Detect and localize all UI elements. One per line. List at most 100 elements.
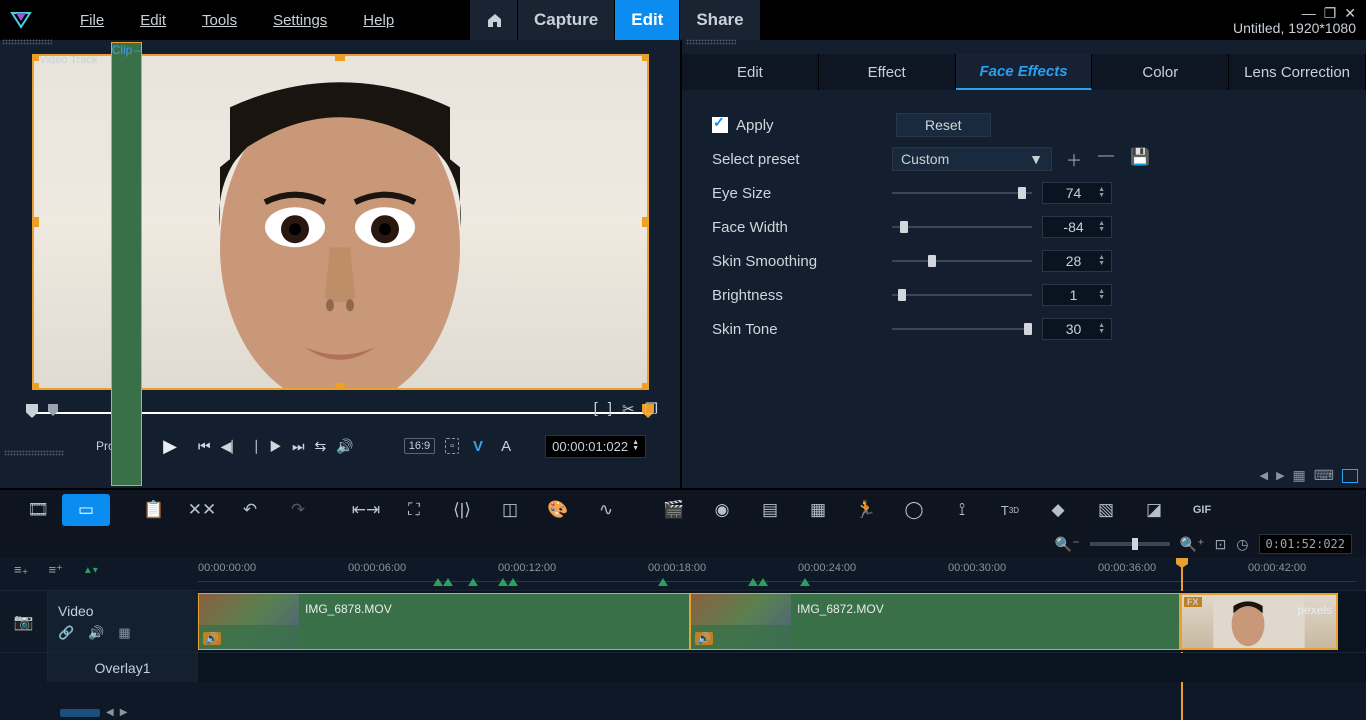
grid-icon[interactable]: ▦ — [794, 494, 842, 526]
param-slider[interactable] — [892, 217, 1032, 237]
redo-icon[interactable]: ↷ — [274, 494, 322, 526]
fit-icon[interactable]: ⇤⇥ — [342, 494, 390, 526]
param-slider[interactable] — [892, 319, 1032, 339]
tab-lens-correction[interactable]: Lens Correction — [1229, 54, 1366, 90]
timeline-clip[interactable]: 🔊 IMG_6878.MOV — [198, 593, 690, 650]
mute-icon[interactable]: 🔊 — [88, 625, 104, 641]
tc-down-icon[interactable]: ▼ — [632, 446, 639, 452]
fit-timeline-icon[interactable]: ⊡ — [1215, 536, 1227, 553]
tab-color[interactable]: Color — [1092, 54, 1229, 90]
a-toggle[interactable]: A — [497, 437, 515, 456]
gif-icon[interactable]: GIF — [1178, 494, 1226, 526]
zoom-slider[interactable] — [1090, 542, 1170, 546]
volume-icon[interactable]: 🔊 — [336, 438, 353, 455]
marker-icon[interactable] — [433, 578, 443, 586]
multi-cam-icon[interactable]: ◪ — [1130, 494, 1178, 526]
play-button[interactable]: ▶ — [156, 432, 184, 460]
blend-icon[interactable]: ◉ — [698, 494, 746, 526]
param-value[interactable]: 74▲▼ — [1042, 182, 1112, 204]
timeline-scrollbar[interactable]: ◀ ▶ — [60, 707, 127, 718]
video-track-icon[interactable]: 📷 — [0, 591, 48, 652]
mark-in-icon[interactable]: [ — [594, 400, 598, 418]
tab-edit[interactable]: Edit — [682, 54, 819, 90]
zoom-in-icon[interactable]: 🔍⁺ — [1180, 536, 1205, 553]
panel-scroll-right-icon[interactable]: ▶ — [1276, 469, 1284, 482]
panel-scroll-left-icon[interactable]: ◀ — [1260, 469, 1268, 482]
undo-icon[interactable]: ↶ — [226, 494, 274, 526]
reset-button[interactable]: Reset — [896, 113, 991, 137]
marker-icon[interactable] — [758, 578, 768, 586]
subtitle-icon[interactable]: ▤ — [746, 494, 794, 526]
3d-title-icon[interactable]: T3D — [986, 494, 1034, 526]
clip-label[interactable]: Clip — [111, 42, 142, 486]
split-tool-icon[interactable]: ⟨|⟩ — [438, 494, 486, 526]
menu-edit[interactable]: Edit — [122, 12, 184, 29]
step-back-icon[interactable]: ◀⎸ — [221, 438, 246, 455]
marker-icon[interactable] — [443, 578, 453, 586]
tab-face-effects[interactable]: Face Effects — [956, 54, 1093, 90]
track-icon[interactable]: ⟟ — [938, 494, 986, 526]
scroll-right-icon[interactable]: ▶ — [120, 707, 128, 718]
resize-handle[interactable] — [32, 54, 39, 61]
lock-icon[interactable]: ▦ — [118, 625, 130, 641]
resize-handle[interactable] — [32, 383, 39, 390]
timecode-display[interactable]: 00:00:01:022 ▲▼ — [545, 435, 646, 458]
param-slider[interactable] — [892, 285, 1032, 305]
stabilize-icon[interactable]: ◯ — [890, 494, 938, 526]
audio-tool-icon[interactable]: ∿ — [582, 494, 630, 526]
crop-icon[interactable]: ▫ — [445, 438, 459, 454]
timeline-clip[interactable]: 🔊 IMG_6872.MOV — [690, 593, 1180, 650]
spin-down-icon[interactable]: ▼ — [1098, 329, 1105, 335]
step-fwd-icon[interactable]: ⎸▶ — [255, 438, 282, 455]
mask-icon[interactable]: ▧ — [1082, 494, 1130, 526]
timeline-clip[interactable]: FX pexels — [1180, 593, 1338, 650]
tools-icon[interactable]: ✕✕ — [178, 494, 226, 526]
param-value[interactable]: 1▲▼ — [1042, 284, 1112, 306]
duration-icon[interactable]: ◷ — [1236, 536, 1248, 553]
copy-attr-icon[interactable]: 📋 — [130, 494, 178, 526]
marker-icon[interactable] — [508, 578, 518, 586]
marker-icon[interactable] — [748, 578, 758, 586]
color-tool-icon[interactable]: 🎨 — [534, 494, 582, 526]
preset-dropdown[interactable]: Custom▼ — [892, 147, 1052, 171]
param-slider[interactable] — [892, 183, 1032, 203]
track-opts-1-icon[interactable]: ≡₊ — [14, 562, 28, 578]
marker-menu-icon[interactable]: ▲▾ — [83, 565, 98, 576]
save-preset-icon[interactable]: 💾 — [1130, 147, 1150, 171]
trim-in-handle[interactable] — [26, 404, 38, 418]
spin-down-icon[interactable]: ▼ — [1098, 227, 1105, 233]
crop-tool-icon[interactable]: ◫ — [486, 494, 534, 526]
menu-tools[interactable]: Tools — [184, 12, 255, 29]
pan-zoom-icon[interactable]: ⛶ — [390, 494, 438, 526]
snapshot-icon[interactable]: ❐ — [645, 400, 658, 418]
resize-handle[interactable] — [335, 383, 345, 390]
param-value[interactable]: 30▲▼ — [1042, 318, 1112, 340]
resize-handle[interactable] — [32, 217, 39, 227]
zoom-out-icon[interactable]: 🔍⁻ — [1055, 536, 1080, 553]
layout-1-icon[interactable]: ▦ — [1293, 467, 1306, 484]
menu-help[interactable]: Help — [345, 12, 412, 29]
spin-down-icon[interactable]: ▼ — [1098, 261, 1105, 267]
speed-icon[interactable]: 🏃 — [842, 494, 890, 526]
apply-checkbox[interactable] — [712, 117, 728, 133]
remove-preset-icon[interactable]: — — [1098, 147, 1114, 171]
timeline-view-icon[interactable]: ▭ — [62, 494, 110, 526]
marker-icon[interactable] — [468, 578, 478, 586]
tab-effect[interactable]: Effect — [819, 54, 956, 90]
resize-handle[interactable] — [642, 217, 649, 227]
add-preset-icon[interactable]: ＋ — [1066, 147, 1082, 171]
marker-icon[interactable] — [800, 578, 810, 586]
split-icon[interactable]: ✂ — [622, 400, 635, 418]
goto-start-icon[interactable]: ⏮ — [198, 438, 211, 455]
resize-handle[interactable] — [335, 54, 345, 61]
drag-handle-icon[interactable] — [2, 39, 52, 45]
motion-icon[interactable]: 🎬 — [650, 494, 698, 526]
storyboard-icon[interactable]: 🎞 — [14, 494, 62, 526]
spin-down-icon[interactable]: ▼ — [1098, 193, 1105, 199]
link-icon[interactable]: 🔗 — [58, 625, 74, 641]
resize-handle[interactable] — [642, 54, 649, 61]
loop-icon[interactable]: ⇆ — [315, 438, 327, 455]
overlay-track-icon[interactable] — [0, 653, 48, 682]
scroll-left-icon[interactable]: ◀ — [106, 707, 114, 718]
menu-settings[interactable]: Settings — [255, 12, 345, 29]
